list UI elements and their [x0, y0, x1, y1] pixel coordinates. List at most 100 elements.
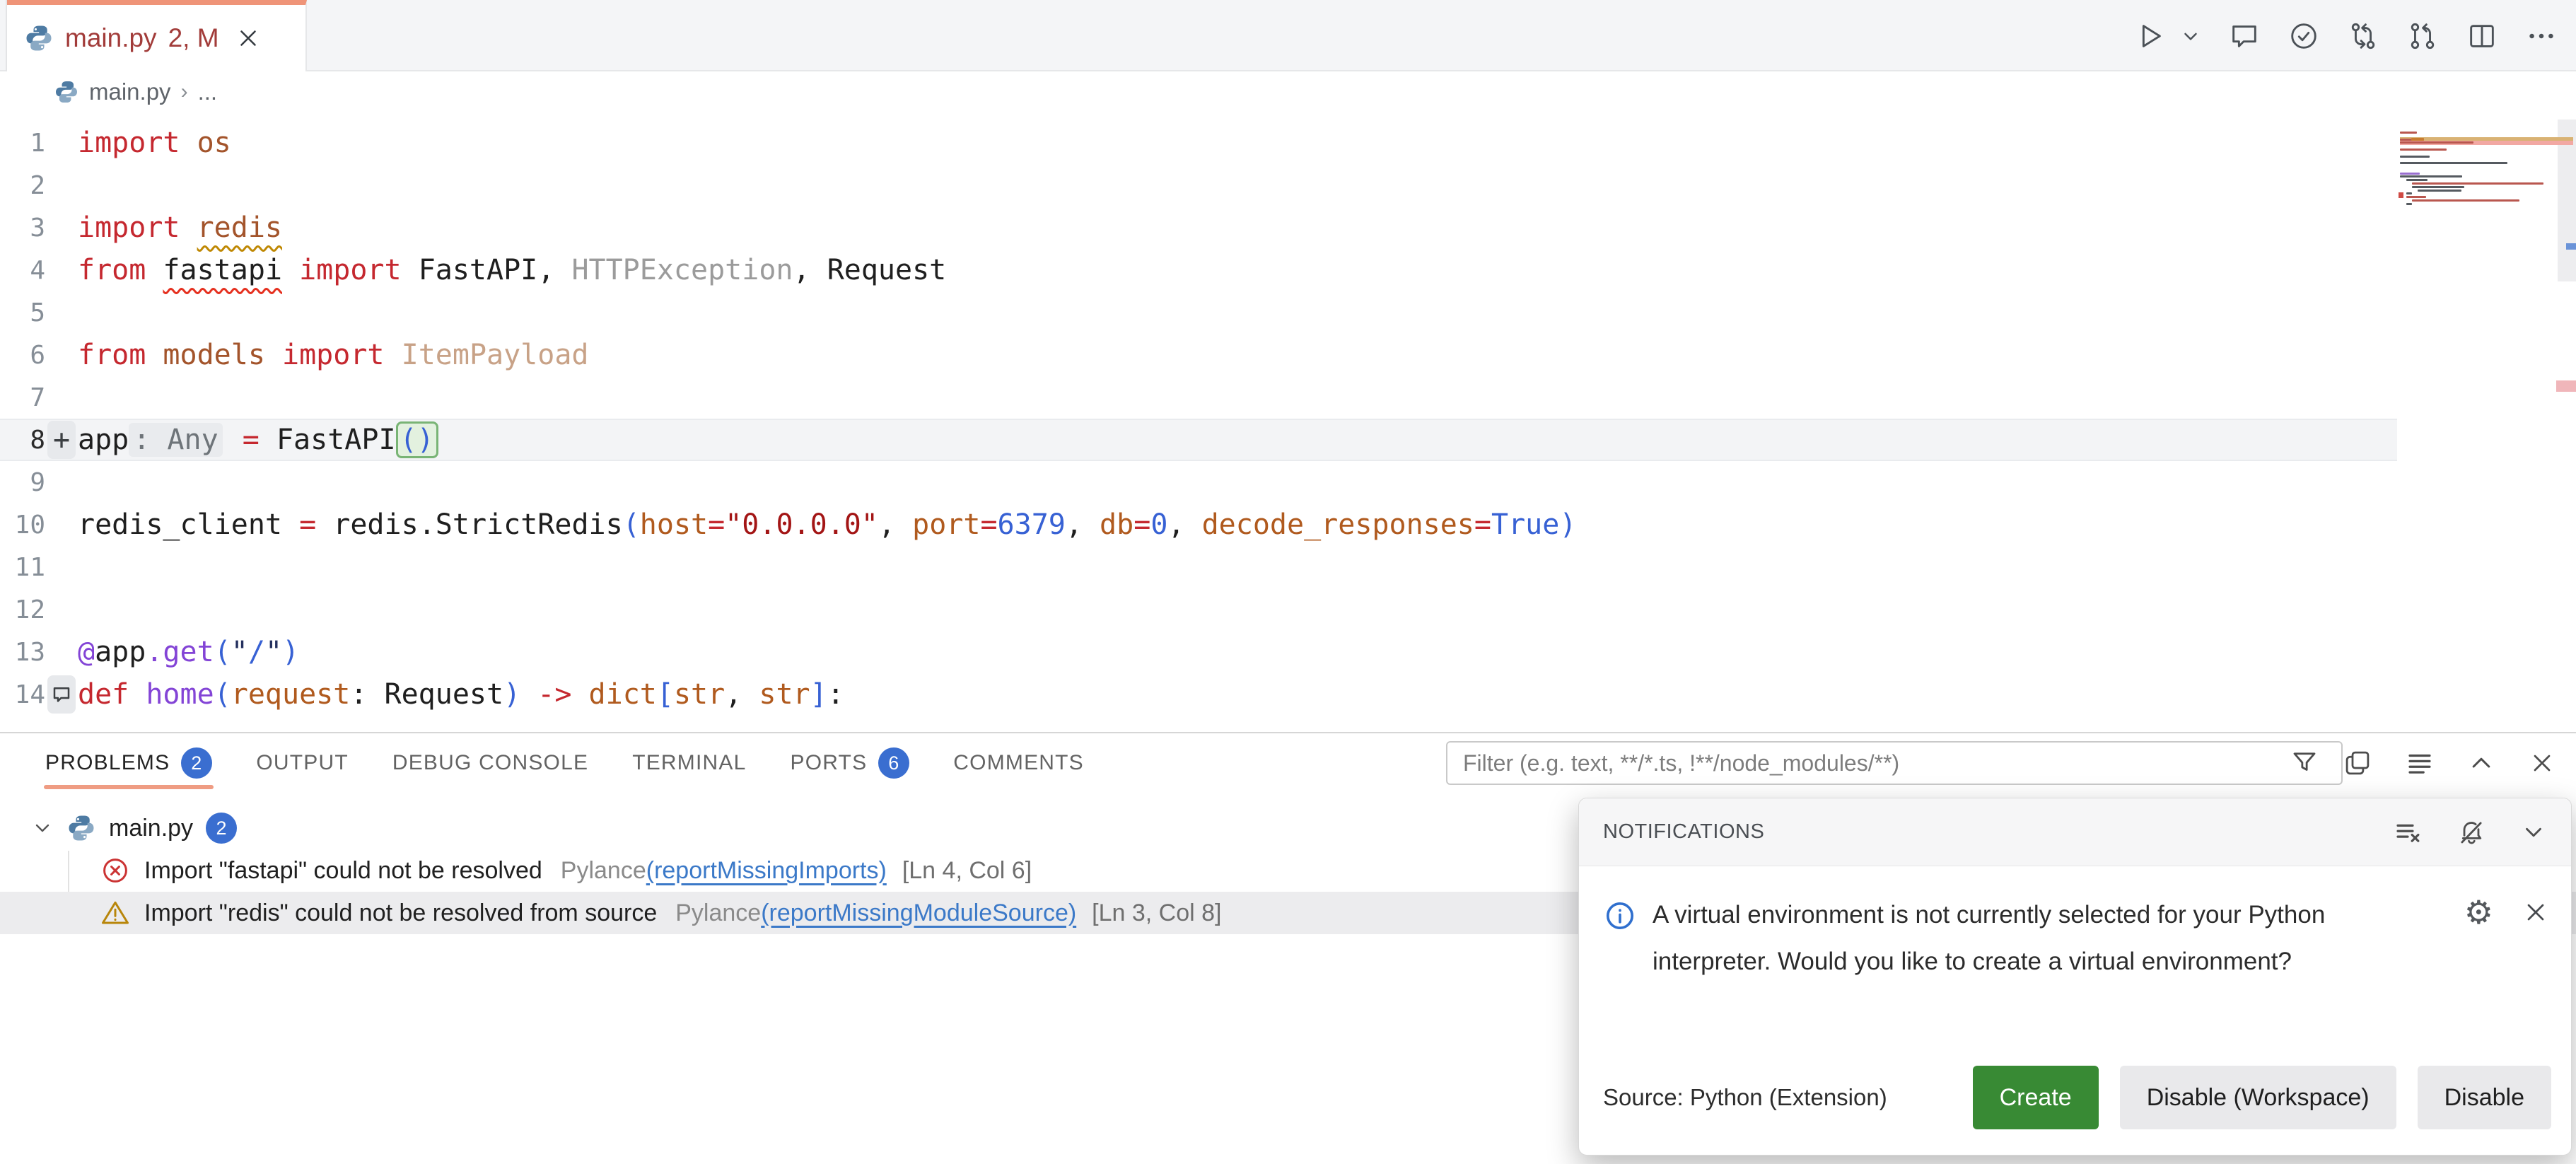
overview-ruler-error-mark	[2556, 380, 2576, 392]
add-line-icon[interactable]: +	[47, 421, 76, 459]
problem-message: Import "fastapi" could not be resolved	[144, 856, 542, 884]
panel-tab-terminal[interactable]: TERMINAL	[632, 733, 746, 793]
line-number: 2	[30, 170, 45, 200]
code-line[interactable]: 13 @app.get("/")	[0, 631, 2397, 673]
line-number: 1	[30, 128, 45, 158]
chevron-down-icon[interactable]	[31, 817, 54, 839]
minimap-line	[2400, 149, 2447, 151]
notifications-panel: NOTIFICATIONS A virtual environment is n…	[1578, 798, 2572, 1156]
panel-actions	[2343, 741, 2556, 785]
minimap-word-highlight	[2411, 137, 2424, 141]
error-icon	[100, 856, 130, 885]
minimap-line	[2400, 175, 2462, 178]
close-notification-icon[interactable]	[2522, 898, 2550, 926]
disable-workspace-button[interactable]: Disable (Workspace)	[2119, 1066, 2396, 1129]
vscode-window: main.py 2, M main.py › ... 1 import os 2…	[0, 0, 2576, 1164]
problems-file-row[interactable]: main.py 2	[0, 807, 1577, 849]
problems-file-badge: 2	[206, 813, 238, 844]
run-dropdown-icon[interactable]	[2180, 25, 2201, 47]
info-icon	[1603, 899, 1637, 985]
problem-code-link[interactable]: (reportMissingModuleSource)	[761, 900, 1076, 927]
do-not-disturb-icon[interactable]	[2456, 817, 2486, 847]
maximize-panel-icon[interactable]	[2467, 749, 2495, 777]
editor-actions	[2133, 0, 2558, 71]
minimap-error-tick	[2399, 192, 2403, 198]
chevron-right-icon: ›	[180, 80, 188, 103]
code-line[interactable]: 8 + app: Any = FastAPI()	[0, 419, 2397, 461]
create-button[interactable]: Create	[1972, 1066, 2099, 1129]
line-number: 14	[14, 680, 45, 709]
python-file-icon	[24, 23, 54, 53]
split-editor-icon[interactable]	[2466, 20, 2498, 52]
breadcrumb-symbol[interactable]: ...	[198, 78, 218, 105]
code-line[interactable]: 14 def home(request: Request) -> dict[str…	[0, 673, 2397, 716]
panel-tab-ports[interactable]: PORTS 6	[790, 733, 910, 793]
code-editor[interactable]: 1 import os 2 3 import redis 4 from fastapi im…	[0, 111, 2397, 732]
code-text: from fastapi import FastAPI, HTTPExcepti…	[78, 254, 947, 286]
close-tab-icon[interactable]	[235, 25, 262, 52]
code-line[interactable]: 4 from fastapi import FastAPI, HTTPExcept…	[0, 249, 2397, 291]
more-actions-icon[interactable]	[2525, 20, 2558, 52]
python-file-icon	[66, 813, 96, 843]
code-line[interactable]: 6 from models import ItemPayload	[0, 334, 2397, 376]
code-line[interactable]: 12	[0, 588, 2397, 631]
tab-main-py[interactable]: main.py 2, M	[7, 0, 307, 71]
panel-tab-label: OUTPUT	[256, 751, 349, 774]
minimap-line	[2418, 189, 2461, 192]
run-icon[interactable]	[2133, 20, 2166, 52]
minimap-line	[2406, 202, 2412, 205]
notifications-title: NOTIFICATIONS	[1603, 820, 1765, 843]
code-line[interactable]: 3 import redis	[0, 206, 2397, 249]
code-text: import redis	[78, 211, 283, 244]
breadcrumb-file[interactable]: main.py	[89, 78, 171, 105]
warning-icon	[100, 898, 130, 928]
minimap-line	[2406, 196, 2426, 199]
minimap-line	[2400, 172, 2420, 175]
panel-tab-badge: 2	[181, 747, 213, 779]
problem-location: [Ln 3, Col 8]	[1092, 899, 1222, 926]
add-comment-icon[interactable]	[47, 675, 76, 714]
collapse-notifications-icon[interactable]	[2520, 819, 2547, 846]
panel-tab-label: PROBLEMS	[45, 751, 170, 774]
code-line[interactable]: 5	[0, 291, 2397, 334]
minimap[interactable]	[2397, 111, 2576, 732]
clear-all-notifications-icon[interactable]	[2393, 817, 2423, 847]
code-line[interactable]: 11	[0, 546, 2397, 588]
git-pull-request-icon[interactable]	[2406, 20, 2439, 52]
code-line[interactable]: 10 redis_client = redis.StrictRedis(host=…	[0, 504, 2397, 546]
panel-tab-label: COMMENTS	[953, 751, 1084, 774]
minimap-line	[2412, 199, 2519, 202]
notification-source: Source: Python (Extension)	[1603, 1084, 1887, 1110]
code-line[interactable]: 9	[0, 461, 2397, 504]
gear-icon[interactable]: ⚙	[2464, 896, 2493, 929]
panel-tab-label: PORTS	[790, 751, 868, 774]
panel-tab-problems[interactable]: PROBLEMS 2	[43, 733, 214, 793]
gutter: +	[45, 421, 78, 459]
panel-tab-debug-console[interactable]: DEBUG CONSOLE	[392, 733, 588, 793]
code-line[interactable]: 2	[0, 164, 2397, 206]
panel-tab-label: DEBUG CONSOLE	[392, 751, 589, 774]
disable-button[interactable]: Disable	[2417, 1066, 2551, 1129]
problem-message: Import "redis" could not be resolved fro…	[144, 899, 658, 926]
line-number: 3	[30, 213, 45, 243]
line-number: 4	[30, 255, 45, 285]
overview-ruler-info-mark	[2566, 243, 2576, 250]
git-compare-icon[interactable]	[2347, 20, 2379, 52]
problems-filter-input[interactable]	[1446, 741, 2343, 785]
problem-code-link[interactable]: (reportMissingImports)	[646, 857, 887, 885]
code-text: app: Any = FastAPI()	[78, 419, 438, 461]
comment-icon[interactable]	[2228, 20, 2261, 52]
filter-funnel-icon	[2290, 747, 2319, 777]
collapse-all-icon[interactable]	[2405, 748, 2435, 778]
check-circle-icon[interactable]	[2287, 20, 2320, 52]
code-line[interactable]: 1 import os	[0, 122, 2397, 164]
close-panel-icon[interactable]	[2528, 749, 2556, 777]
panel-tab-output[interactable]: OUTPUT	[256, 733, 349, 793]
view-as-table-icon[interactable]	[2343, 748, 2372, 778]
minimap-line	[2412, 182, 2543, 185]
code-line[interactable]: 7	[0, 376, 2397, 419]
minimap-line	[2400, 162, 2507, 165]
tab-title: main.py	[65, 23, 157, 52]
panel-tab-comments[interactable]: COMMENTS	[953, 733, 1084, 793]
panel-tab-label: TERMINAL	[632, 751, 747, 774]
